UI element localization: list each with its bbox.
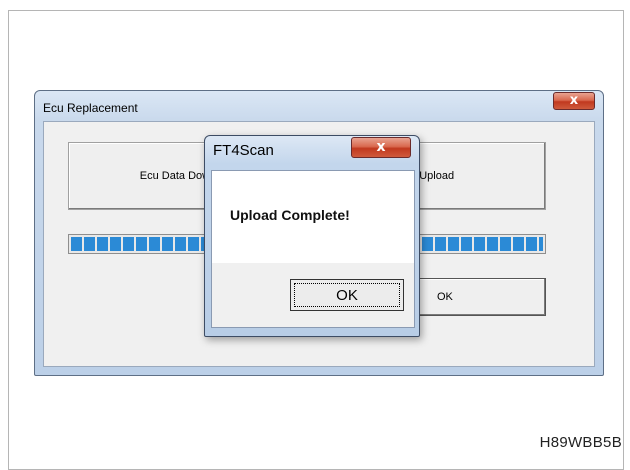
message-box-title: FT4Scan [213,142,274,159]
ok-button-label: OK [437,291,453,303]
message-area: Upload Complete! [212,171,414,263]
message-ok-button[interactable]: OK [290,279,404,311]
ok-button[interactable]: OK [412,278,546,316]
close-icon[interactable]: x [351,137,411,158]
ft4scan-message-box: FT4Scan x Upload Complete! OK [204,135,420,337]
message-box-client: Upload Complete! OK [211,170,415,328]
focus-ring [294,283,400,307]
figure-code: H89WBB5B [539,434,622,451]
message-text: Upload Complete! [230,207,350,223]
close-icon[interactable]: x [553,92,595,110]
window-title: Ecu Replacement [43,101,138,115]
